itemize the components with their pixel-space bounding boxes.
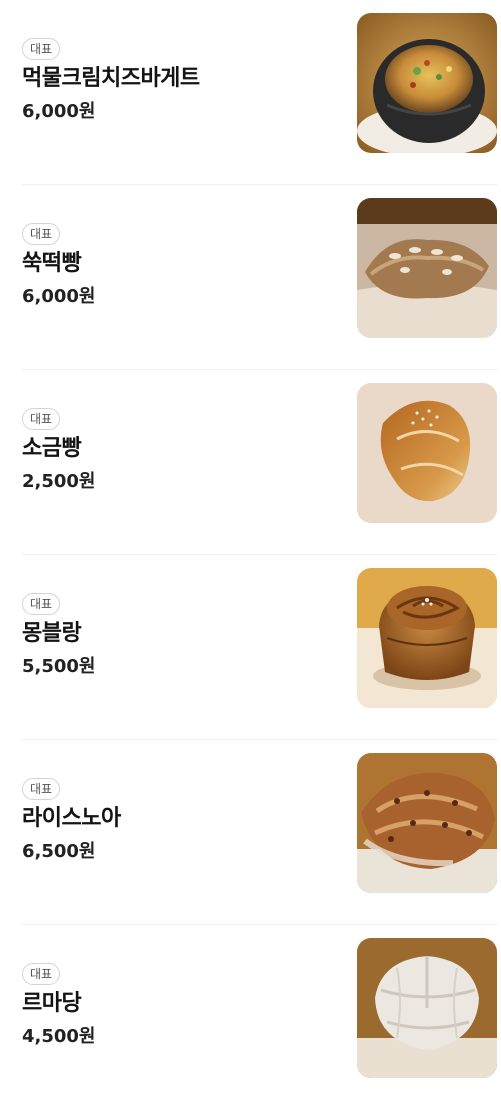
signature-badge: 대표	[22, 408, 61, 430]
mugwort-bread-photo	[357, 198, 497, 338]
menu-item-info: 대표 먹물크림치즈바게트 6,000원	[22, 38, 342, 124]
menu-item-price: 5,500원	[22, 656, 96, 677]
menu-item-photo[interactable]	[357, 198, 497, 338]
menu-item-name: 소금빵	[22, 436, 82, 461]
menu-item-info: 대표 르마당 4,500원	[22, 963, 342, 1049]
menu-item-info: 대표 소금빵 2,500원	[22, 408, 342, 494]
menu-item[interactable]: 대표 몽블랑 5,500원	[0, 555, 501, 740]
menu-item-price: 6,000원	[22, 101, 96, 122]
le-madang-photo	[357, 938, 497, 1078]
menu-item-name: 몽블랑	[22, 621, 82, 646]
signature-badge: 대표	[22, 223, 61, 245]
menu-item[interactable]: 대표 소금빵 2,500원	[0, 370, 501, 555]
signature-badge: 대표	[22, 778, 61, 800]
menu-item[interactable]: 대표 르마당 4,500원	[0, 925, 501, 1110]
menu-item-name: 라이스노아	[22, 806, 121, 831]
rice-noix-photo	[357, 753, 497, 893]
menu-item-name: 르마당	[22, 991, 82, 1016]
signature-badge: 대표	[22, 38, 61, 60]
mont-blanc-photo	[357, 568, 497, 708]
menu-item-photo[interactable]	[357, 753, 497, 893]
menu-item-price: 2,500원	[22, 471, 96, 492]
menu-item-info: 대표 라이스노아 6,500원	[22, 778, 342, 864]
signature-badge: 대표	[22, 593, 61, 615]
menu-item-photo[interactable]	[357, 383, 497, 523]
menu-item-price: 6,500원	[22, 841, 96, 862]
menu-item-info: 대표 쑥떡빵 6,000원	[22, 223, 342, 309]
menu-item-name: 쑥떡빵	[22, 251, 82, 276]
menu-item-name: 먹물크림치즈바게트	[22, 66, 200, 91]
menu-item[interactable]: 대표 라이스노아 6,500원	[0, 740, 501, 925]
menu-item-price: 6,000원	[22, 286, 96, 307]
menu-item-photo[interactable]	[357, 938, 497, 1078]
menu-item[interactable]: 대표 먹물크림치즈바게트 6,000원	[0, 0, 501, 185]
menu-item-price: 4,500원	[22, 1026, 96, 1047]
menu-item-photo[interactable]	[357, 568, 497, 708]
menu-item-photo[interactable]	[357, 13, 497, 153]
menu-item-info: 대표 몽블랑 5,500원	[22, 593, 342, 679]
menu-list: 대표 먹물크림치즈바게트 6,000원 대표 쑥떡빵 6,000원 대표 소금빵…	[0, 0, 501, 1110]
menu-item[interactable]: 대표 쑥떡빵 6,000원	[0, 185, 501, 370]
squid-ink-baguette-photo	[357, 13, 497, 153]
signature-badge: 대표	[22, 963, 61, 985]
salt-bread-photo	[357, 383, 497, 523]
